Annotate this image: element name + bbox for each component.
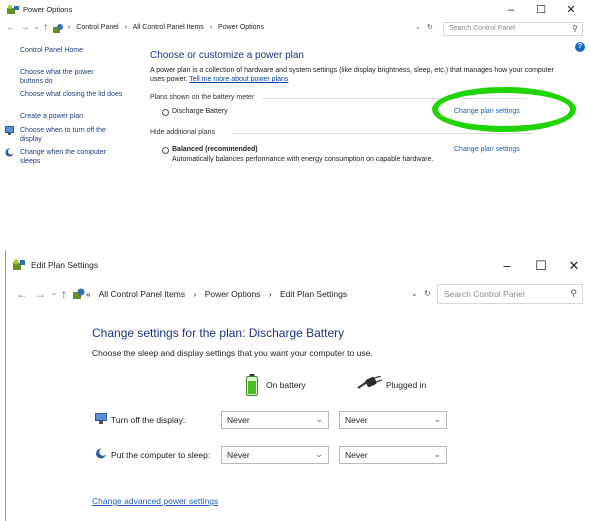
page-subheading: Choose the sleep and display settings th…: [92, 348, 373, 358]
up-arrow-icon[interactable]: ↑: [61, 287, 67, 301]
refresh-icon[interactable]: ↻: [424, 289, 431, 298]
intro-text: A power plan is a collection of hardware…: [150, 66, 560, 84]
back-arrow-icon[interactable]: ←: [6, 22, 16, 33]
search-icon: ⚲: [572, 24, 578, 33]
breadcrumb: « All Control Panel Items › Power Option…: [86, 289, 353, 299]
control-panel-icon: [53, 24, 63, 33]
breadcrumb-separator-icon: ›: [209, 24, 213, 31]
moon-icon: [5, 148, 14, 157]
power-plans-help-link[interactable]: Tell me more about power plans: [189, 76, 288, 83]
recent-dropdown-icon[interactable]: ⌄: [50, 287, 58, 298]
display-on-battery-select[interactable]: Never ⌄: [221, 411, 329, 429]
column-plugged-in: Plugged in: [386, 380, 427, 390]
address-dropdown-icon[interactable]: ⌄: [411, 289, 418, 298]
chevron-down-icon: ⌄: [433, 414, 441, 424]
monitor-icon: [95, 413, 107, 424]
breadcrumb-overflow-icon[interactable]: «: [86, 289, 91, 299]
select-value: Never: [227, 415, 250, 425]
plan-name-balanced: Balanced (recommended): [172, 146, 258, 153]
window-title: Edit Plan Settings: [31, 260, 99, 270]
battery-meter-group-label: Plans shown on the battery meter: [150, 94, 255, 101]
title-bar: Edit Plan Settings – ☐ ✕: [6, 250, 590, 280]
close-button[interactable]: ✕: [557, 254, 590, 278]
search-input[interactable]: Search Control Panel ⚲: [437, 284, 583, 304]
highlight-circle: [432, 87, 576, 132]
maximize-button[interactable]: ☐: [524, 254, 558, 278]
sidebar-item-closing-lid[interactable]: Choose what closing the lid does: [20, 90, 125, 99]
display-plugged-in-select[interactable]: Never ⌄: [339, 411, 447, 429]
sleep-on-battery-select[interactable]: Never ⌄: [221, 446, 329, 464]
chevron-down-icon: ⌄: [315, 449, 323, 459]
breadcrumb-separator-icon: ›: [124, 24, 128, 31]
up-arrow-icon[interactable]: ↑: [43, 22, 48, 33]
forward-arrow-icon[interactable]: →: [20, 22, 30, 33]
control-panel-icon: [73, 288, 85, 299]
sidebar-item-turn-off-display[interactable]: Choose when to turn off the display: [20, 126, 125, 144]
address-dropdown-icon[interactable]: ⌄: [415, 23, 421, 31]
power-plug-icon: [357, 376, 383, 389]
put-computer-to-sleep-label: Put the computer to sleep:: [111, 450, 211, 460]
edit-plan-settings-window: Edit Plan Settings – ☐ ✕ ← → ⌄ ↑ « All C…: [5, 250, 590, 521]
power-options-window: Power Options – ☐ ✕ ← → ⌄ ↑ › Control Pa…: [0, 0, 590, 250]
address-bar: ← → ⌄ ↑ « All Control Panel Items › Powe…: [6, 280, 590, 308]
plan-description-balanced: Automatically balances performance with …: [172, 156, 434, 163]
change-advanced-power-settings-link[interactable]: Change advanced power settings: [92, 496, 218, 506]
title-bar: Power Options – ☐ ✕: [0, 0, 590, 22]
battery-icon: [246, 374, 258, 396]
group-divider: [232, 133, 532, 134]
breadcrumb-item[interactable]: All Control Panel Items: [99, 289, 185, 299]
monitor-icon: [5, 126, 14, 135]
chevron-down-icon: ⌄: [433, 449, 441, 459]
sleep-plugged-in-select[interactable]: Never ⌄: [339, 446, 447, 464]
maximize-button[interactable]: ☐: [526, 1, 556, 19]
sidebar-item-computer-sleeps[interactable]: Change when the computer sleeps: [20, 148, 125, 166]
close-button[interactable]: ✕: [556, 1, 586, 19]
sidebar-item-power-buttons[interactable]: Choose what the power buttons do: [20, 68, 115, 86]
window-title: Power Options: [23, 5, 73, 14]
chevron-down-icon: ⌄: [315, 414, 323, 424]
breadcrumb-item[interactable]: Power Options: [205, 289, 261, 299]
page-heading: Change settings for the plan: Discharge …: [92, 326, 345, 340]
balanced-radio[interactable]: [162, 147, 169, 154]
search-input[interactable]: Search Control Panel ⚲: [443, 22, 583, 36]
breadcrumb-separator-icon: ›: [268, 289, 272, 299]
moon-icon: [96, 448, 107, 459]
turn-off-display-label: Turn off the display:: [111, 415, 186, 425]
sidebar-item-create-plan[interactable]: Create a power plan: [20, 112, 125, 121]
breadcrumb-item[interactable]: Control Panel: [76, 24, 118, 31]
help-icon[interactable]: ?: [575, 42, 585, 52]
minimize-button[interactable]: –: [490, 254, 524, 278]
plan-name-discharge-battery: Discharge Battery: [172, 108, 228, 115]
minimize-button[interactable]: –: [496, 1, 526, 19]
hide-additional-plans-toggle[interactable]: Hide additional plans: [150, 129, 215, 136]
column-on-battery: On battery: [266, 380, 306, 390]
forward-arrow-icon[interactable]: →: [34, 287, 46, 301]
sidebar-item-home[interactable]: Control Panel Home: [20, 46, 125, 55]
breadcrumb-separator-icon: ›: [68, 24, 71, 31]
address-bar: ← → ⌄ ↑ › Control Panel › All Control Pa…: [0, 20, 590, 38]
select-value: Never: [345, 415, 368, 425]
change-plan-settings-link-balanced[interactable]: Change plan settings: [454, 146, 520, 153]
power-options-icon: [13, 259, 25, 270]
search-placeholder: Search Control Panel: [444, 289, 525, 299]
search-placeholder: Search Control Panel: [449, 25, 516, 32]
select-value: Never: [345, 450, 368, 460]
recent-dropdown-icon[interactable]: ⌄: [33, 22, 40, 31]
search-icon: ⚲: [570, 288, 577, 298]
back-arrow-icon[interactable]: ←: [16, 287, 28, 301]
refresh-icon[interactable]: ↻: [427, 23, 433, 31]
breadcrumb-item[interactable]: Power Options: [218, 24, 264, 31]
power-options-icon: [7, 5, 19, 14]
select-value: Never: [227, 450, 250, 460]
breadcrumb-item[interactable]: Edit Plan Settings: [280, 289, 347, 299]
page-heading: Choose or customize a power plan: [150, 50, 304, 61]
breadcrumb-separator-icon: ›: [193, 289, 197, 299]
discharge-battery-radio[interactable]: [162, 109, 169, 116]
breadcrumb: › Control Panel › All Control Panel Item…: [68, 24, 268, 31]
breadcrumb-item[interactable]: All Control Panel Items: [133, 24, 204, 31]
